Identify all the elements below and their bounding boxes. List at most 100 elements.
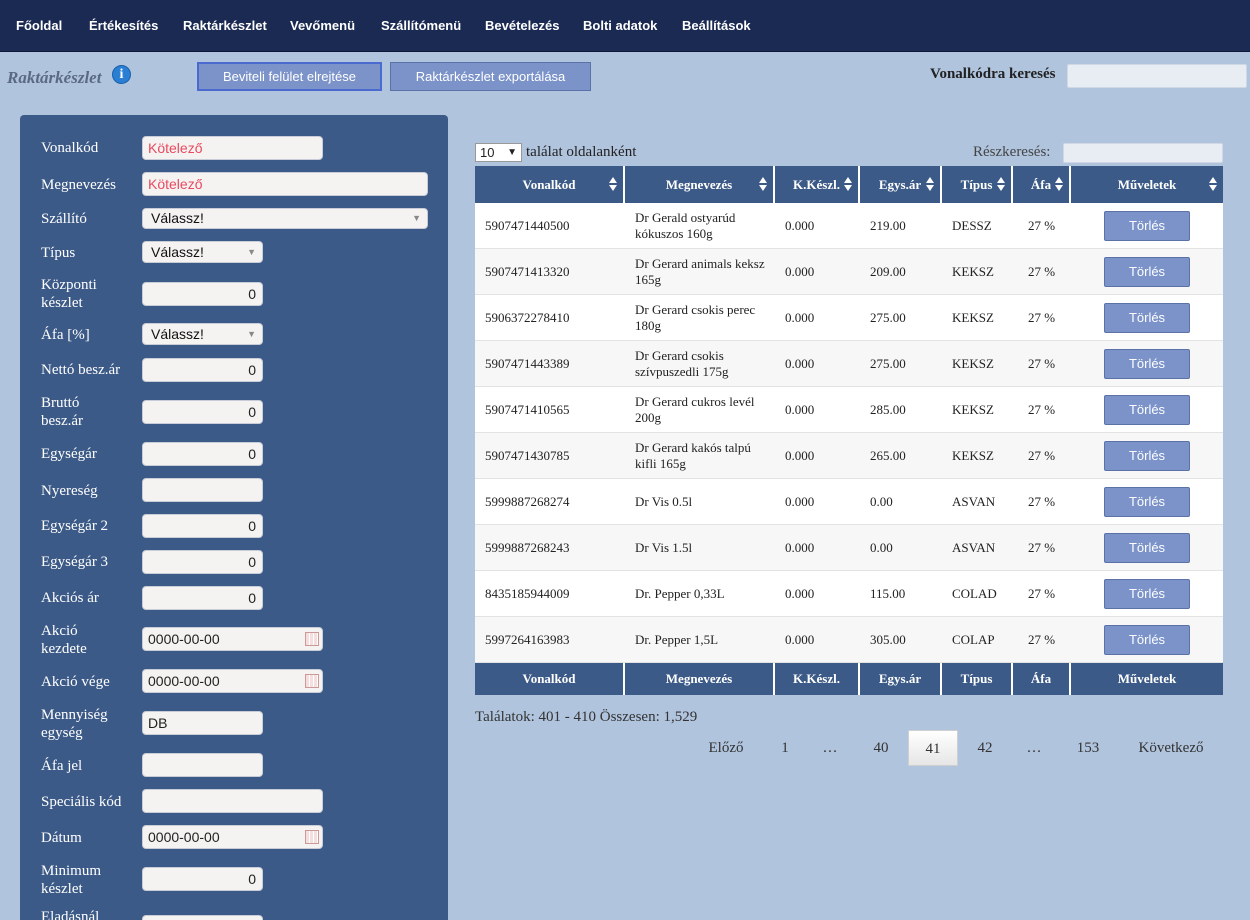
per-page-select[interactable]: 10 ▼ — [475, 143, 522, 162]
per-page-label: találat oldalanként — [526, 144, 637, 160]
minimum-stock-field[interactable]: 0 — [142, 867, 263, 891]
cell-stock: 0.000 — [785, 494, 815, 509]
sale-price-field[interactable]: 0 — [142, 586, 263, 610]
delete-button[interactable]: Törlés — [1104, 257, 1190, 287]
cell-type: COLAP — [952, 632, 995, 647]
cell-vat: 27 % — [1028, 402, 1056, 417]
cell-vat: 27 % — [1028, 632, 1056, 647]
top-navigation: Főoldal Értékesítés Raktárkészlet Vevőme… — [0, 0, 1250, 52]
barcode-field[interactable]: Kötelező — [142, 136, 323, 160]
nav-item-bevetelezes[interactable]: Bevételezés — [485, 18, 559, 33]
pagination-page-42[interactable]: 42 — [964, 730, 1006, 766]
gross-purchase-price-field[interactable]: 0 — [142, 400, 263, 424]
table-footer: Vonalkód Megnevezés K.Készl. Egys.ár Típ… — [475, 663, 1223, 695]
column-header-label: Típus — [960, 177, 993, 192]
cell-type: KEKSZ — [952, 310, 994, 325]
supplier-select-value: Válassz! — [151, 210, 204, 226]
delete-button[interactable]: Törlés — [1104, 487, 1190, 517]
calendar-icon[interactable] — [305, 632, 319, 646]
nav-item-ertekesites[interactable]: Értékesítés — [89, 18, 158, 33]
calendar-icon[interactable] — [305, 674, 319, 688]
form-label-barcode: Vonalkód — [41, 140, 99, 156]
type-select[interactable]: Válassz! ▼ — [142, 241, 263, 263]
stock-input-form: Vonalkód Kötelező Megnevezés Kötelező Sz… — [20, 115, 448, 920]
name-field[interactable]: Kötelező — [142, 172, 428, 196]
cell-stock: 0.000 — [785, 356, 815, 371]
form-label-at-sale: Eladásnál — [41, 909, 100, 920]
delete-button[interactable]: Törlés — [1104, 625, 1190, 655]
delete-button[interactable]: Törlés — [1104, 303, 1190, 333]
form-label-net-purchase-price: Nettó besz.ár — [41, 362, 121, 378]
unit-price-3-field[interactable]: 0 — [142, 550, 263, 574]
pagination-previous[interactable]: Előző — [700, 730, 752, 766]
column-header-vat[interactable]: Áfa — [1013, 166, 1071, 203]
chevron-down-icon: ▼ — [412, 213, 421, 223]
pagination-page-1[interactable]: 1 — [768, 730, 802, 766]
at-sale-field[interactable] — [142, 915, 263, 920]
special-code-field[interactable] — [142, 789, 323, 813]
nav-item-raktarkeszlet[interactable]: Raktárkészlet — [183, 18, 267, 33]
barcode-search-input[interactable] — [1067, 64, 1247, 88]
column-header-stock[interactable]: K.Készl. — [775, 166, 860, 203]
cell-stock: 0.000 — [785, 540, 815, 555]
column-header-type[interactable]: Típus — [942, 166, 1013, 203]
date-field[interactable]: 0000-00-00 — [142, 825, 323, 849]
cell-name: Dr Vis 1.5l — [635, 540, 693, 555]
profit-field[interactable] — [142, 478, 263, 502]
partial-search-input[interactable] — [1063, 143, 1223, 163]
sale-start-date-field[interactable]: 0000-00-00 — [142, 627, 323, 651]
form-label-quantity-unit: Mennyiség egység — [41, 707, 108, 741]
unit-price-field[interactable]: 0 — [142, 442, 263, 466]
supplier-select[interactable]: Válassz! ▼ — [142, 208, 428, 229]
sale-end-date-field[interactable]: 0000-00-00 — [142, 669, 323, 693]
column-header-actions[interactable]: Műveletek — [1071, 166, 1223, 203]
nav-item-fooldal[interactable]: Főoldal — [16, 18, 62, 33]
nav-item-vevomenu[interactable]: Vevőmenü — [290, 18, 355, 33]
column-header-name[interactable]: Megnevezés — [625, 166, 775, 203]
column-header-unit-price[interactable]: Egys.ár — [860, 166, 942, 203]
delete-button[interactable]: Törlés — [1104, 211, 1190, 241]
cell-stock: 0.000 — [785, 310, 815, 325]
cell-name: Dr Gerard animals keksz 165g — [635, 256, 765, 287]
pagination-page-41-current[interactable]: 41 — [908, 730, 958, 766]
nav-item-beallitasok[interactable]: Beállítások — [682, 18, 751, 33]
cell-unit-price: 0.00 — [870, 494, 893, 509]
footer-name: Megnevezés — [625, 663, 775, 695]
delete-button[interactable]: Törlés — [1104, 395, 1190, 425]
info-icon[interactable]: i — [112, 65, 131, 84]
cell-unit-price: 305.00 — [870, 632, 906, 647]
delete-button[interactable]: Törlés — [1104, 441, 1190, 471]
vat-code-field[interactable] — [142, 753, 263, 777]
delete-button[interactable]: Törlés — [1104, 349, 1190, 379]
cell-vat: 27 % — [1028, 448, 1056, 463]
delete-button[interactable]: Törlés — [1104, 533, 1190, 563]
form-label-unit-price: Egységár — [41, 446, 97, 462]
nav-item-szallitomenu[interactable]: Szállítómenü — [381, 18, 461, 33]
partial-search-label: Részkeresés: — [973, 144, 1051, 160]
form-label-sale-price: Akciós ár — [41, 590, 99, 606]
central-stock-field[interactable]: 0 — [142, 282, 263, 306]
calendar-icon[interactable] — [305, 830, 319, 844]
cell-unit-price: 209.00 — [870, 264, 906, 279]
form-label-sale-start: Akció kezdete — [41, 623, 87, 657]
net-purchase-price-field[interactable]: 0 — [142, 358, 263, 382]
chevron-down-icon: ▼ — [507, 147, 517, 158]
delete-button[interactable]: Törlés — [1104, 579, 1190, 609]
nav-item-bolti-adatok[interactable]: Bolti adatok — [583, 18, 657, 33]
column-header-label: Műveletek — [1117, 177, 1177, 192]
quantity-unit-field[interactable]: DB — [142, 711, 263, 735]
footer-actions: Műveletek — [1117, 671, 1177, 686]
pagination-page-40[interactable]: 40 — [860, 730, 902, 766]
export-stock-button[interactable]: Raktárkészlet exportálása — [390, 62, 591, 91]
footer-unit-price: Egys.ár — [860, 663, 942, 695]
vat-select[interactable]: Válassz! ▼ — [142, 323, 263, 345]
footer-stock: K.Készl. — [775, 663, 860, 695]
unit-price-2-field[interactable]: 0 — [142, 514, 263, 538]
pagination-next[interactable]: Következő — [1128, 730, 1214, 766]
column-header-barcode[interactable]: Vonalkód — [475, 166, 625, 203]
table-row: 5999887268243 Dr Vis 1.5l 0.000 0.00 ASV… — [475, 525, 1223, 571]
pagination-page-153[interactable]: 153 — [1064, 730, 1112, 766]
cell-type: KEKSZ — [952, 356, 994, 371]
cell-vat: 27 % — [1028, 540, 1056, 555]
hide-input-panel-button[interactable]: Beviteli felület elrejtése — [197, 62, 382, 91]
